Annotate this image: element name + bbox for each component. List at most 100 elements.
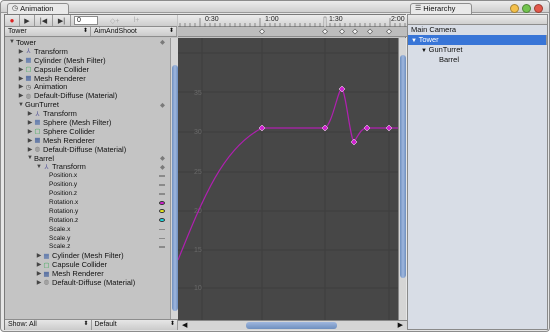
y-axis-label: 15	[194, 247, 202, 254]
collapsed-triangle-icon[interactable]: ▶	[17, 92, 25, 99]
collapsed-triangle-icon[interactable]: ▶	[35, 252, 43, 259]
property-row[interactable]: ▼ Barrel ◆	[5, 154, 170, 163]
scroll-left-icon[interactable]: ◀	[182, 321, 187, 329]
add-key-icon[interactable]: ◇+	[110, 17, 119, 25]
curve-color-icon[interactable]	[159, 209, 165, 214]
property-row[interactable]: Scale.x	[5, 225, 170, 234]
hierarchy-item[interactable]: ▼ Tower	[408, 35, 547, 45]
property-row[interactable]: ▶ ▢ Capsule Collider	[5, 65, 170, 74]
curve-hidden-icon[interactable]	[159, 228, 165, 231]
add-event-icon[interactable]: ǀ+	[133, 17, 139, 24]
curve-hidden-icon[interactable]	[159, 184, 165, 186]
collapsed-triangle-icon[interactable]: ▶	[35, 261, 43, 268]
curve-hidden-icon[interactable]	[159, 175, 165, 177]
expanded-triangle-icon[interactable]: ▼	[8, 39, 16, 45]
wrap-mode-dropdown[interactable]: Default ⬍	[92, 320, 178, 330]
key-diamond-icon[interactable]: ◆	[160, 101, 165, 109]
curve-hidden-icon[interactable]	[159, 193, 165, 195]
property-scrollbar[interactable]	[170, 38, 178, 321]
rotation-x-curve	[178, 88, 398, 261]
property-row[interactable]: Rotation.y	[5, 207, 170, 216]
prev-key-button[interactable]: |◀	[35, 15, 53, 26]
curve-editor[interactable]: 35 30 25 20 15 10	[178, 38, 398, 320]
property-row[interactable]: Position.y	[5, 180, 170, 189]
property-row[interactable]: ▶ ◍ Default-Diffuse (Material)	[5, 145, 170, 154]
expanded-triangle-icon[interactable]: ▼	[411, 38, 419, 44]
collapsed-triangle-icon[interactable]: ▶	[35, 279, 43, 286]
curve-color-icon[interactable]	[159, 200, 165, 205]
property-row[interactable]: ▶ ▦ Mesh Renderer	[5, 136, 170, 145]
property-row[interactable]: Position.x	[5, 171, 170, 180]
property-row[interactable]: Rotation.x	[5, 198, 170, 207]
tab-hierarchy[interactable]: ☰ Hierarchy	[410, 3, 472, 14]
graph-vertical-scrollbar[interactable]	[398, 38, 406, 320]
property-row[interactable]: ▶ ▦ Cylinder (Mesh Filter)	[5, 251, 170, 260]
graph-horizontal-thumb[interactable]	[246, 322, 337, 329]
play-button[interactable]: ▶	[20, 15, 35, 26]
property-row[interactable]: ▼ Tower ◆	[5, 38, 170, 47]
expanded-triangle-icon[interactable]: ▼	[421, 48, 429, 54]
property-row[interactable]: ▶ ◍ Default-Diffuse (Material)	[5, 91, 170, 100]
property-row[interactable]: ▶ ⅄ Transform	[5, 47, 170, 56]
collapsed-triangle-icon[interactable]: ▶	[26, 137, 34, 144]
collapsed-triangle-icon[interactable]: ▶	[17, 57, 25, 64]
property-row[interactable]: ▼ GunTurret ◆	[5, 100, 170, 109]
keyframe-strip[interactable]	[178, 27, 407, 37]
collapsed-triangle-icon[interactable]: ▶	[17, 48, 25, 55]
tab-animation[interactable]: ◷ Animation	[7, 3, 69, 14]
property-row[interactable]: ▶ ▢ Capsule Collider	[5, 260, 170, 269]
property-label: Tower	[16, 38, 37, 47]
curve-hidden-icon[interactable]	[159, 237, 165, 240]
frame-field[interactable]: 0	[74, 16, 98, 25]
collapsed-triangle-icon[interactable]: ▶	[17, 83, 25, 90]
show-dropdown[interactable]: Show: All ⬍	[5, 320, 92, 330]
property-row[interactable]: Position.z	[5, 189, 170, 198]
property-label: Capsule Collider	[52, 260, 108, 270]
hierarchy-item[interactable]: Barrel	[408, 55, 547, 65]
scroll-right-icon[interactable]: ▶	[398, 321, 403, 329]
expanded-triangle-icon[interactable]: ▼	[26, 155, 34, 161]
property-row[interactable]: ▶ ▦ Sphere (Mesh Filter)	[5, 118, 170, 127]
graph-vertical-thumb[interactable]	[400, 55, 406, 278]
record-button[interactable]: ●	[5, 15, 20, 26]
hierarchy-item[interactable]: ▼ GunTurret	[408, 45, 547, 55]
collapsed-triangle-icon[interactable]: ▶	[17, 75, 25, 82]
property-row[interactable]: ▶ ▦ Cylinder (Mesh Filter)	[5, 56, 170, 65]
property-label: Mesh Renderer	[43, 135, 95, 145]
expanded-triangle-icon[interactable]: ▼	[17, 102, 25, 108]
minimize-button[interactable]	[510, 4, 519, 13]
hierarchy-item-label: Main Camera	[411, 25, 457, 34]
timeline-ruler[interactable]: 0:30 1:00 1:30 2:00	[178, 15, 407, 27]
collapsed-triangle-icon[interactable]: ▶	[17, 66, 25, 73]
key-diamond-icon[interactable]: ◆	[160, 154, 165, 162]
property-row[interactable]: ▶ ◷ Animation	[5, 82, 170, 91]
property-label: Default-Diffuse (Material)	[43, 144, 127, 154]
collapsed-triangle-icon[interactable]: ▶	[26, 146, 34, 153]
property-label: Transform	[34, 46, 68, 56]
close-button[interactable]	[534, 4, 543, 13]
collapsed-triangle-icon[interactable]: ▶	[35, 270, 43, 277]
property-row[interactable]: Rotation.z	[5, 216, 170, 225]
curve-hidden-icon[interactable]	[159, 246, 165, 248]
property-row[interactable]: ▶ ▦ Mesh Renderer	[5, 269, 170, 278]
object-dropdown[interactable]: Tower ⬍	[5, 27, 91, 36]
expanded-triangle-icon[interactable]: ▼	[35, 164, 43, 170]
collapsed-triangle-icon[interactable]: ▶	[26, 128, 34, 135]
next-key-button[interactable]: ▶|	[53, 15, 71, 26]
property-row[interactable]: ▼ ⅄ Transform ◆	[5, 162, 170, 171]
collapsed-triangle-icon[interactable]: ▶	[26, 119, 34, 126]
property-row[interactable]: ▶ ▦ Mesh Renderer	[5, 74, 170, 83]
clip-dropdown[interactable]: AimAndShoot ⬍	[91, 27, 177, 36]
property-row[interactable]: Scale.y	[5, 234, 170, 243]
collapsed-triangle-icon[interactable]: ▶	[26, 110, 34, 117]
key-diamond-icon[interactable]: ◆	[160, 38, 165, 46]
curve-color-icon[interactable]	[159, 218, 165, 223]
key-diamond-icon[interactable]: ◆	[160, 163, 165, 171]
property-row[interactable]: Scale.z	[5, 242, 170, 251]
property-row[interactable]: ▶ ⅄ Transform	[5, 109, 170, 118]
property-row[interactable]: ▶ ◍ Default-Diffuse (Material)	[5, 278, 170, 287]
zoom-button[interactable]	[522, 4, 531, 13]
hierarchy-item[interactable]: Main Camera	[408, 25, 547, 35]
graph-horizontal-scrollbar[interactable]: ◀ ▶	[178, 320, 407, 330]
property-row[interactable]: ▶ ▢ Sphere Collider	[5, 127, 170, 136]
